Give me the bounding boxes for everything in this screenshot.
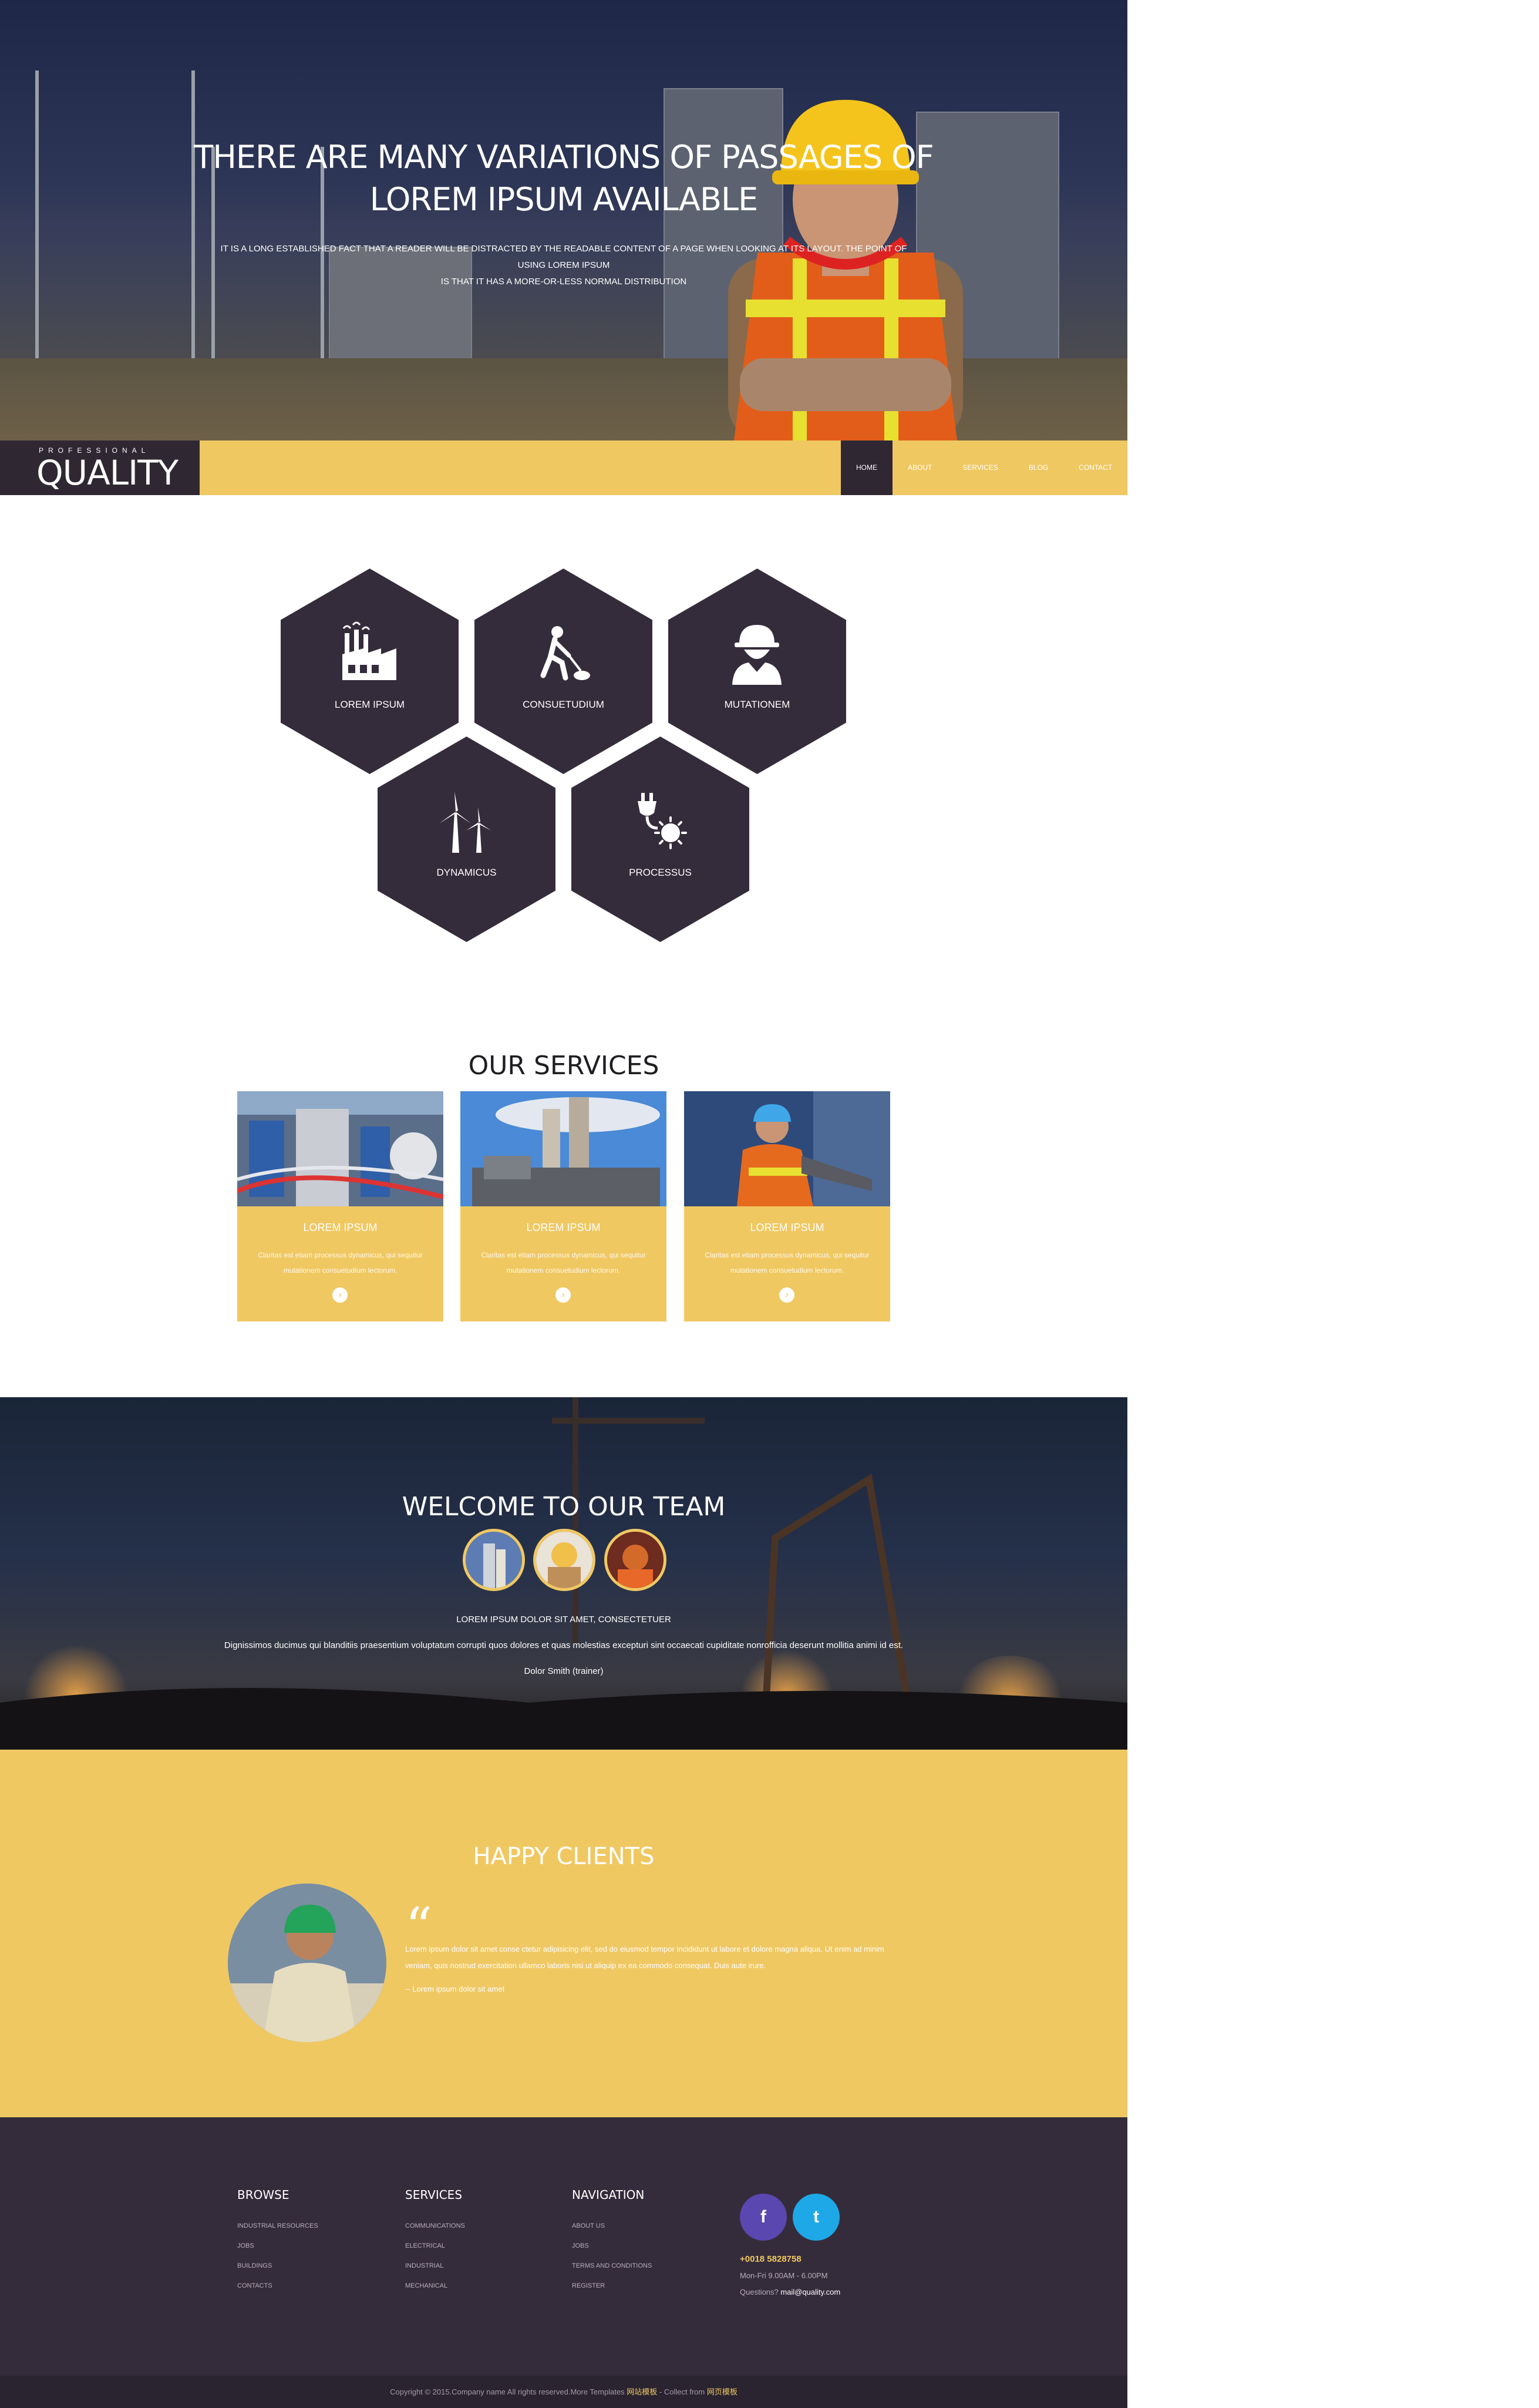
service-card-title: LOREM IPSUM <box>303 1222 378 1233</box>
footer-link[interactable]: TERMS AND CONDITIONS <box>572 2256 652 2276</box>
service-card-text: Claritas est etiam processus dynamicus, … <box>258 1251 423 1274</box>
feature-hex-consuetudium[interactable]: CONSUETUDIUM <box>474 569 652 774</box>
footer-link[interactable]: INDUSTRIAL <box>405 2256 465 2276</box>
team-member-avatar[interactable] <box>463 1529 525 1591</box>
team-section: WELCOME TO OUR TEAM LOREM IPSUM DOLOR SI… <box>0 1397 1127 1750</box>
factory-icon <box>342 621 396 680</box>
team-title: WELCOME TO OUR TEAM <box>402 1491 726 1522</box>
contact-hours: Mon-Fri 9.00AM - 6.00PM <box>740 2271 828 2280</box>
footer-link[interactable]: JOBS <box>572 2236 652 2256</box>
nav-home[interactable]: HOME <box>841 440 893 495</box>
service-card-text: Claritas est etiam processus dynamicus, … <box>705 1251 870 1274</box>
chevron-right-icon[interactable]: › <box>555 1287 571 1303</box>
team-quote-author: Dolor Smith (trainer) <box>524 1666 604 1676</box>
service-card-title: LOREM IPSUM <box>750 1222 824 1233</box>
client-quote: Lorem ipsum dolor sit amet conse ctetur … <box>405 1945 884 1970</box>
service-card[interactable]: LOREM IPSUM Claritas est etiam processus… <box>460 1091 666 1321</box>
wind-turbine-icon <box>439 792 491 853</box>
worker-helmet-icon <box>732 625 782 685</box>
nav-about[interactable]: ABOUT <box>893 440 947 495</box>
digging-worker-icon <box>540 626 590 681</box>
feature-label: CONSUETUDIUM <box>523 699 604 710</box>
hero-title-line1: THERE ARE MANY VARIATIONS OF PASSAGES OF <box>194 139 934 176</box>
copyright-link[interactable]: 网站模板 <box>627 2387 657 2396</box>
footer-link[interactable]: BUILDINGS <box>237 2256 318 2276</box>
service-card[interactable]: LOREM IPSUM Claritas est etiam processus… <box>684 1091 890 1321</box>
service-image-power-plant <box>460 1091 666 1206</box>
team-quote-heading: LOREM IPSUM DOLOR SIT AMET, CONSECTETUER <box>456 1615 671 1625</box>
chevron-right-icon[interactable]: › <box>779 1287 794 1303</box>
copyright-link[interactable]: 网页模板 <box>707 2387 737 2396</box>
chevron-right-icon[interactable]: › <box>332 1287 348 1303</box>
nav-services[interactable]: SERVICES <box>947 440 1013 495</box>
clients-title: HAPPY CLIENTS <box>473 1843 655 1871</box>
copyright-bar: Copyright © 2015.Company name All rights… <box>0 2376 1127 2408</box>
client-photo <box>228 1884 386 2042</box>
footer-contact: +0018 5828758 Mon-Fri 9.00AM - 6.00PM Qu… <box>740 2251 840 2301</box>
plug-sun-icon <box>638 793 687 849</box>
footer-heading: NAVIGATION <box>572 2188 645 2202</box>
hero-banner: THERE ARE MANY VARIATIONS OF PASSAGES OF… <box>0 0 1127 440</box>
feature-label: PROCESSUS <box>629 867 692 878</box>
footer-services-column: SERVICES COMMUNICATIONS ELECTRICAL INDUS… <box>405 2188 465 2296</box>
footer-link[interactable]: ABOUT US <box>572 2216 652 2236</box>
site-logo[interactable]: PROFESSIONAL QUALITY <box>0 440 200 495</box>
footer-link[interactable]: JOBS <box>237 2236 318 2256</box>
nav-blog[interactable]: BLOG <box>1013 440 1063 495</box>
team-member-avatar[interactable] <box>533 1529 595 1591</box>
feature-hex-mutationem[interactable]: MUTATIONEM <box>668 569 846 774</box>
feature-label: LOREM IPSUM <box>334 699 405 710</box>
hero-subtitle: IT IS A LONG ESTABLISHED FACT THAT A REA… <box>220 244 907 287</box>
footer-link[interactable]: CONTACTS <box>237 2276 318 2296</box>
service-card-title: LOREM IPSUM <box>526 1222 601 1233</box>
scaffold-structure <box>35 70 195 379</box>
clients-section: HAPPY CLIENTS “ Lorem ipsum dolor sit am… <box>0 1750 1127 2117</box>
footer-browse-column: BROWSE INDUSTRIAL RESOURCES JOBS BUILDIN… <box>237 2188 318 2296</box>
twitter-icon[interactable]: t <box>793 2194 840 2241</box>
feature-hex-dynamicus[interactable]: DYNAMICUS <box>378 736 555 942</box>
footer-link[interactable]: ELECTRICAL <box>405 2236 465 2256</box>
hero-title: THERE ARE MANY VARIATIONS OF PASSAGES OF… <box>170 136 957 221</box>
logo-text: QUALITY <box>36 453 179 493</box>
copyright-text: - Collect from <box>657 2387 707 2396</box>
copyright-text: Copyright © 2015.Company name All rights… <box>390 2387 627 2396</box>
client-author: -- Lorem ipsum dolor sit amet <box>405 1985 505 1993</box>
team-member-avatar[interactable] <box>604 1529 666 1591</box>
feature-label: DYNAMICUS <box>436 867 497 878</box>
feature-label: MUTATIONEM <box>724 699 790 710</box>
contact-phone: +0018 5828758 <box>740 2254 802 2264</box>
feature-hex-processus[interactable]: PROCESSUS <box>571 736 749 942</box>
service-image-machinery <box>237 1091 443 1206</box>
footer-link[interactable]: MECHANICAL <box>405 2276 465 2296</box>
nav-contact[interactable]: CONTACT <box>1063 440 1127 495</box>
service-image-engineer <box>684 1091 890 1206</box>
main-menu: HOME ABOUT SERVICES BLOG CONTACT <box>841 440 1127 495</box>
facebook-icon[interactable]: f <box>740 2194 787 2241</box>
footer-navigation-column: NAVIGATION ABOUT US JOBS TERMS AND CONDI… <box>572 2188 652 2296</box>
team-quote-text: Dignissimos ducimus qui blanditiis praes… <box>224 1640 904 1650</box>
services-title: OUR SERVICES <box>468 1050 659 1081</box>
navigation-bar: PROFESSIONAL QUALITY HOME ABOUT SERVICES… <box>0 440 1127 495</box>
footer-link[interactable]: REGISTER <box>572 2276 652 2296</box>
footer-heading: SERVICES <box>405 2188 463 2202</box>
contact-email[interactable]: mail@quality.com <box>780 2288 840 2296</box>
website-page: THERE ARE MANY VARIATIONS OF PASSAGES OF… <box>0 0 1127 2408</box>
service-card-text: Claritas est etiam processus dynamicus, … <box>481 1251 646 1274</box>
footer-link[interactable]: INDUSTRIAL RESOURCES <box>237 2216 318 2236</box>
hero-title-line2: LOREM IPSUM AVAILABLE <box>369 181 758 218</box>
footer-link[interactable]: COMMUNICATIONS <box>405 2216 465 2236</box>
feature-hex-lorem-ipsum[interactable]: LOREM IPSUM <box>281 569 459 774</box>
service-card[interactable]: LOREM IPSUM Claritas est etiam processus… <box>237 1091 443 1321</box>
footer-heading: BROWSE <box>237 2188 289 2202</box>
footer: BROWSE INDUSTRIAL RESOURCES JOBS BUILDIN… <box>0 2117 1127 2408</box>
contact-email-label: Questions? <box>740 2288 779 2296</box>
